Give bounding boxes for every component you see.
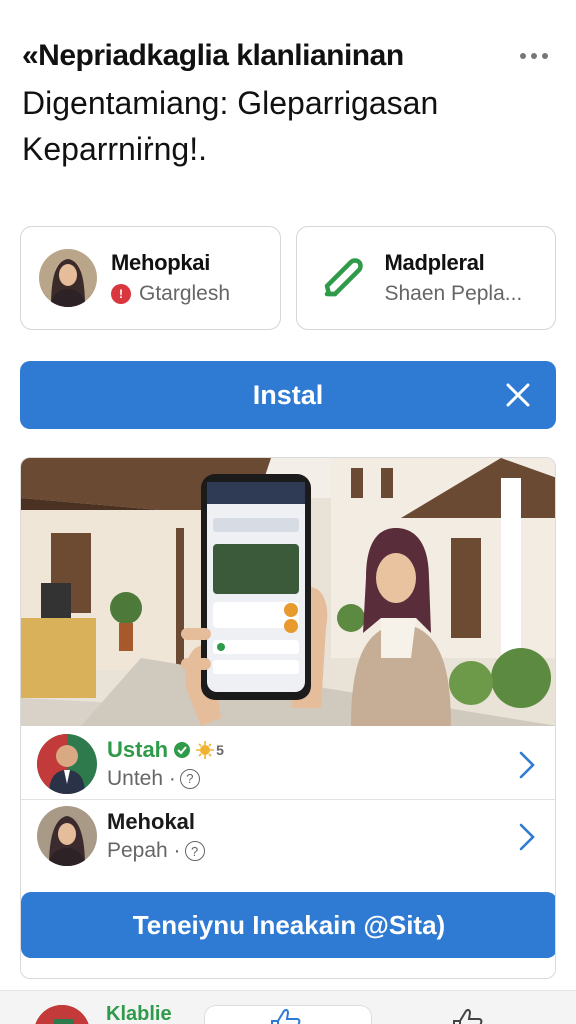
sun-badge-icon	[196, 740, 215, 759]
account-cards: Mehopkai ! Gtarglesh Madpleral Shaen Pep…	[20, 226, 556, 330]
chevron-right-icon[interactable]	[517, 750, 537, 780]
edit-card-sub: Shaen Pepla...	[384, 282, 523, 305]
edit-card-name: Madpleral	[384, 250, 485, 275]
cta-button[interactable]: Teneiynu Ineakain @Sita)	[21, 892, 555, 958]
more-options-icon[interactable]	[514, 38, 554, 74]
profile-card-name: Mehopkai	[111, 250, 211, 275]
list-item-name: Mehokal	[107, 809, 196, 834]
profile-card[interactable]: Mehopkai ! Gtarglesh	[20, 226, 281, 330]
badge-count: 5	[216, 741, 224, 758]
media-card: Ustah 5 Unteh · ? Mehokal Pepah · ? Tene…	[20, 457, 556, 979]
chevron-right-icon[interactable]	[517, 822, 537, 852]
avatar	[37, 806, 97, 866]
list-item-sub: Unteh ·	[107, 766, 176, 790]
verified-icon	[174, 741, 191, 758]
avatar	[39, 249, 97, 307]
thumbs-up-outline-icon[interactable]	[450, 1007, 484, 1024]
bottom-user-name: Klablie	[106, 1003, 172, 1024]
list-item[interactable]: Ustah 5 Unteh · ?	[21, 728, 555, 800]
bottom-bar: Klablie	[0, 990, 576, 1024]
cta-label: Teneiynu Ineakain @Sita)	[132, 909, 446, 940]
list-item-sub: Pepah ·	[107, 839, 181, 862]
install-button[interactable]: Instal	[20, 361, 556, 429]
pencil-icon	[324, 258, 363, 297]
list-item[interactable]: Mehokal Pepah · ?	[21, 800, 555, 872]
avatar	[37, 733, 97, 794]
edit-card[interactable]: Madpleral Shaen Pepla...	[295, 226, 556, 330]
install-label: Instal	[252, 379, 324, 410]
notification-badge-icon: !	[111, 284, 131, 304]
help-icon[interactable]: ?	[179, 768, 200, 789]
promo-photo	[21, 458, 555, 726]
page-title: «Nepriadkaglia klanlianinan	[22, 39, 404, 72]
help-icon[interactable]: ?	[184, 841, 205, 861]
avatar[interactable]	[34, 1005, 90, 1024]
list-item-name: Ustah	[107, 736, 169, 762]
page-subtitle: Digentamiang: Gleparrigasan Keparrniṙng!…	[22, 85, 439, 167]
profile-card-sub: Gtarglesh	[139, 282, 231, 305]
thumbs-up-icon[interactable]	[268, 1007, 302, 1024]
close-icon[interactable]	[502, 379, 534, 411]
post-header: «Nepriadkaglia klanlianinan Digentamiang…	[22, 36, 554, 172]
